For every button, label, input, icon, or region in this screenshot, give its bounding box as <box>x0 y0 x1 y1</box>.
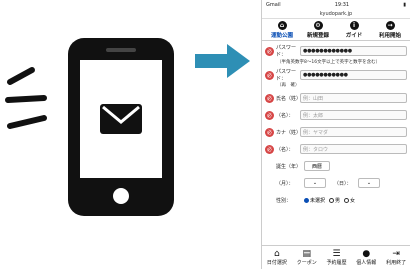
required-icon: 必 <box>265 110 274 120</box>
radio-label: 男 <box>335 197 341 204</box>
kana-first-label: （名）： <box>276 146 294 153</box>
password-confirm-row: 必 パスワード： ●●●●●●●●●●● <box>265 68 407 82</box>
password-confirm-label: パスワード： <box>276 69 297 82</box>
password-label: パスワード： <box>276 45 297 58</box>
kana-last-label: カナ（姓） <box>276 129 302 136</box>
nav-label: 利用開始 <box>378 32 401 39</box>
password-field[interactable]: ●●●●●●●●●●●● <box>300 46 407 56</box>
last-name-row: 必 氏名（姓） 例：山田 <box>265 91 407 105</box>
gender-male-radio[interactable]: 男 <box>329 197 340 204</box>
required-icon: 必 <box>265 144 274 154</box>
first-name-label: （名）： <box>276 112 294 119</box>
login-icon: → <box>385 20 395 30</box>
nav-label: 運動公園 <box>270 32 293 39</box>
password-row: 必 パスワード： ●●●●●●●●●●●● <box>265 44 407 58</box>
status-bar: Gmail 19:31 ▮ <box>262 0 410 10</box>
bottom-nav-profile[interactable]: ● 個人情報 <box>351 246 381 269</box>
time-label: 19:31 <box>334 2 350 8</box>
top-nav: ⌂ 運動公園 ⚙ 新規登録 i ガイド → 利用開始 <box>262 19 410 41</box>
month-label: （月）： <box>276 180 294 187</box>
bottom-nav-label: 個人情報 <box>356 260 377 266</box>
radio-off-icon <box>344 197 350 203</box>
home-icon: ⌂ <box>277 20 287 30</box>
info-icon: i <box>349 20 359 30</box>
required-icon: 必 <box>265 93 274 103</box>
day-select[interactable]: ⌄ <box>358 178 380 188</box>
kana-first-row: 必 （名）： 例：タロウ <box>265 142 407 156</box>
user-icon: ● <box>362 249 371 259</box>
birth-year-select[interactable]: 西暦 <box>304 161 330 171</box>
phone-screenshot: Gmail 19:31 ▮ kyudopark.jp ⌂ 運動公園 ⚙ 新規登録… <box>261 0 410 269</box>
nav-sports-park[interactable]: ⌂ 運動公園 <box>264 20 300 39</box>
kana-last-row: 必 カナ（姓） 例：ヤマダ <box>265 125 407 139</box>
month-select[interactable]: ⌄ <box>304 178 326 188</box>
required-icon: 必 <box>265 46 274 56</box>
required-icon: 必 <box>265 127 274 137</box>
bottom-nav-label: 利用終了 <box>386 260 407 266</box>
logout-icon: ⇥ <box>392 249 400 259</box>
bottom-nav-coupon[interactable]: ▤ クーポン <box>292 246 322 269</box>
nav-start[interactable]: → 利用開始 <box>372 20 408 39</box>
arrow-right-icon <box>195 44 250 78</box>
nav-label: 新規登録 <box>306 32 329 39</box>
first-name-input[interactable]: 例：太郎 <box>300 110 407 120</box>
radio-off-icon <box>329 197 335 203</box>
bottom-nav-label: クーポン <box>296 260 317 266</box>
registration-form: 必 パスワード： ●●●●●●●●●●●● （半角英数字8〜16文字以上で英字と… <box>262 41 410 207</box>
gear-icon: ⚙ <box>313 20 323 30</box>
birth-year-label: 誕生（年） <box>276 163 302 170</box>
day-label: （日）： <box>334 180 352 187</box>
radio-on-icon <box>304 197 309 203</box>
password-note: （半角英数字8〜16文字以上で英字と数字を含む） <box>277 60 381 65</box>
birth-year-row: 誕生（年） 西暦 <box>265 159 407 173</box>
bottom-nav-logout[interactable]: ⇥ 利用終了 <box>381 246 410 269</box>
nav-guide[interactable]: i ガイド <box>336 20 372 39</box>
password-confirm-sub: （再 確） <box>277 83 300 88</box>
radio-label: 女 <box>350 197 356 204</box>
radio-label: 未選択 <box>310 197 326 204</box>
illustration <box>5 38 250 216</box>
birth-month-day-row: （月）： ⌄ （日）： ⌄ <box>265 176 407 190</box>
gender-female-radio[interactable]: 女 <box>344 197 355 204</box>
motion-lines-icon <box>5 67 47 129</box>
history-icon: ☰ <box>332 249 341 259</box>
home-icon: ⌂ <box>274 249 280 259</box>
bottom-nav-label: 日付選択 <box>266 260 287 266</box>
gender-label: 性別： <box>276 197 292 204</box>
nav-new-register[interactable]: ⚙ 新規登録 <box>300 20 336 39</box>
url-text: kyudopark.jp <box>319 11 353 17</box>
bottom-nav-label: 予約履歴 <box>326 260 347 266</box>
mail-icon <box>100 104 142 134</box>
gender-row: 性別： 未選択 男 女 <box>265 193 407 207</box>
nav-label: ガイド <box>345 32 363 39</box>
carrier-label: Gmail <box>266 2 281 8</box>
kana-last-input[interactable]: 例：ヤマダ <box>300 127 407 137</box>
coupon-icon: ▤ <box>302 249 311 259</box>
bottom-nav-date-select[interactable]: ⌂ 日付選択 <box>262 246 292 269</box>
url-bar[interactable]: kyudopark.jp <box>262 10 410 19</box>
last-name-input[interactable]: 例：山田 <box>300 93 407 103</box>
kana-first-input[interactable]: 例：タロウ <box>300 144 407 154</box>
battery-icon: ▮ <box>403 2 406 8</box>
bottom-nav-history[interactable]: ☰ 予約履歴 <box>322 246 352 269</box>
password-confirm-field[interactable]: ●●●●●●●●●●● <box>300 70 407 80</box>
first-name-row: 必 （名）： 例：太郎 <box>265 108 407 122</box>
last-name-label: 氏名（姓） <box>276 95 302 102</box>
gender-unselected-radio[interactable]: 未選択 <box>304 197 325 204</box>
required-icon: 必 <box>265 70 274 80</box>
bottom-nav: ⌂ 日付選択 ▤ クーポン ☰ 予約履歴 ● 個人情報 ⇥ 利用終了 <box>262 245 410 269</box>
